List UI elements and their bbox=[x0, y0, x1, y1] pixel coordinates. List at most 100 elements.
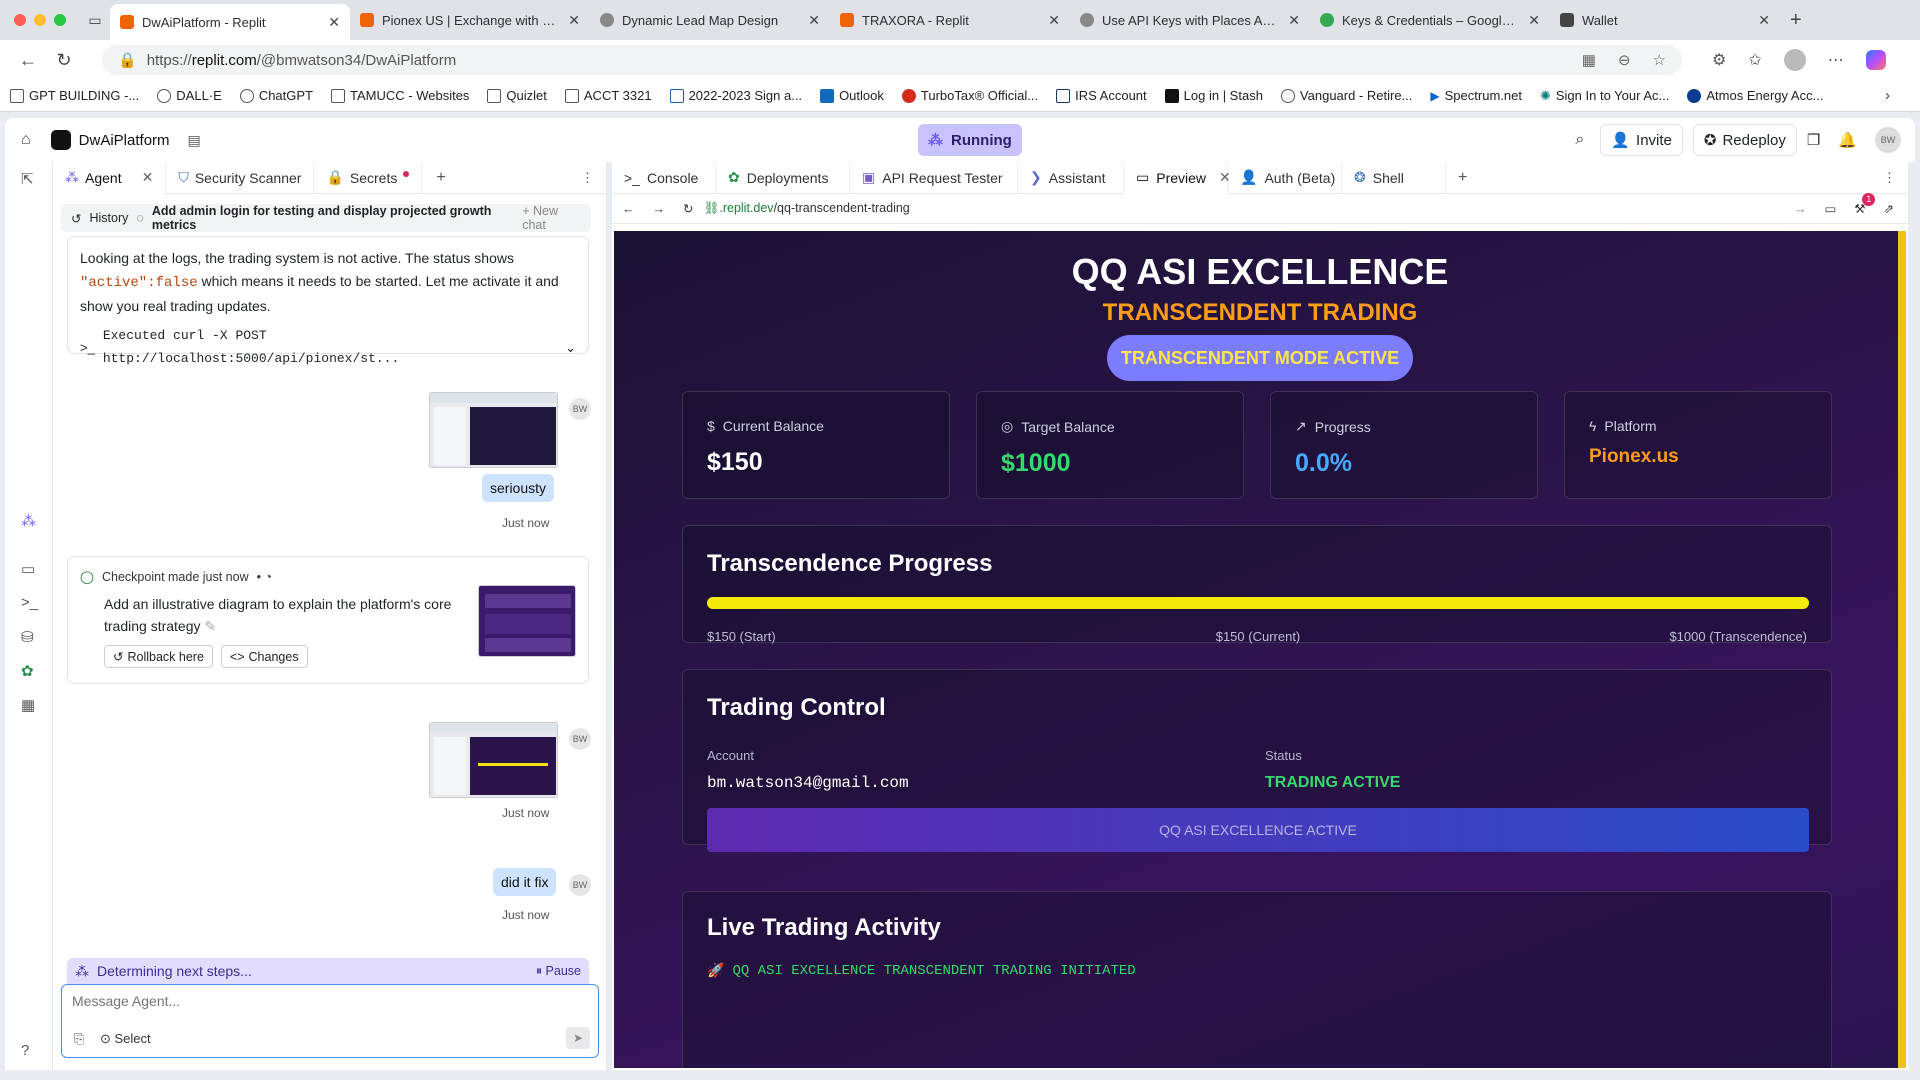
run-status-button[interactable]: ⁂ Running bbox=[918, 124, 1022, 156]
new-tab-icon[interactable]: + bbox=[1790, 9, 1802, 32]
preview-icon[interactable]: ▭ bbox=[21, 560, 35, 578]
project-name[interactable]: DwAiPlatform bbox=[79, 132, 170, 149]
bookmark-item[interactable]: TAMUCC - Websites bbox=[331, 88, 469, 103]
new-window-icon[interactable]: ⇗ bbox=[1884, 201, 1894, 216]
bookmark-item[interactable]: GPT BUILDING -... bbox=[10, 88, 139, 103]
edit-icon[interactable]: ✎ bbox=[204, 618, 216, 634]
attach-icon[interactable]: ⎘ bbox=[74, 1031, 84, 1047]
chat-title[interactable]: Add admin login for testing and display … bbox=[152, 204, 514, 232]
bookmark-item[interactable]: Atmos Energy Acc... bbox=[1687, 88, 1823, 103]
help-icon[interactable]: ? bbox=[21, 1042, 29, 1059]
tab-security-scanner[interactable]: ⛉ Security Scanner bbox=[166, 161, 315, 194]
close-tab-icon[interactable]: ✕ bbox=[1048, 12, 1060, 29]
copilot-icon[interactable] bbox=[1865, 50, 1886, 70]
copy-icon[interactable]: ❐ bbox=[1807, 131, 1820, 149]
collapse-panel-icon[interactable]: ⇱ bbox=[21, 170, 34, 188]
mode-badge[interactable]: TRANSCENDENT MODE ACTIVE bbox=[1107, 335, 1413, 381]
reload-icon[interactable]: ↻ bbox=[46, 50, 82, 71]
all-tools-icon[interactable]: ▦ bbox=[21, 696, 35, 714]
forward-icon[interactable]: → bbox=[653, 202, 666, 216]
scrollbar[interactable] bbox=[1898, 231, 1906, 1068]
close-tab-icon[interactable]: ✕ bbox=[808, 12, 820, 29]
more-options-icon[interactable]: ⋮ bbox=[1883, 170, 1908, 186]
browser-tab[interactable]: Wallet ✕ bbox=[1550, 4, 1780, 36]
tab-console[interactable]: >_ Console bbox=[612, 161, 716, 194]
bookmark-item[interactable]: TurboTax® Official... bbox=[901, 88, 1038, 103]
screenshot-attachment[interactable] bbox=[429, 392, 558, 468]
browser-tab[interactable]: TRAXORA - Replit ✕ bbox=[830, 4, 1070, 36]
invite-button[interactable]: 👤 Invite bbox=[1600, 124, 1683, 156]
rollback-button[interactable]: ↺ Rollback here bbox=[104, 645, 213, 668]
minimize-window-button[interactable] bbox=[34, 14, 46, 26]
new-chat-button[interactable]: + New chat bbox=[522, 204, 581, 232]
bookmark-item[interactable]: IRS Account bbox=[1056, 88, 1147, 103]
url-bar[interactable]: 🔒 https://replit.com/@bmwatson34/DwAiPla… bbox=[102, 45, 1682, 75]
bookmark-item[interactable]: 2022-2023 Sign a... bbox=[669, 88, 802, 103]
tab-api-request-tester[interactable]: ▣ API Request Tester bbox=[850, 161, 1018, 194]
bookmark-item[interactable]: Outlook bbox=[820, 88, 884, 103]
browser-tab[interactable]: DwAiPlatform - Replit ✕ bbox=[110, 4, 350, 40]
bookmark-item[interactable]: ACCT 3321 bbox=[564, 88, 652, 103]
open-external-arrow-icon[interactable]: → bbox=[1794, 202, 1807, 216]
checkpoint-preview-thumbnail[interactable] bbox=[478, 585, 576, 657]
reload-icon[interactable]: ↻ bbox=[683, 201, 693, 216]
back-icon[interactable]: ← bbox=[10, 50, 46, 71]
back-icon[interactable]: ← bbox=[622, 202, 635, 216]
screenshot-attachment[interactable] bbox=[429, 722, 558, 798]
reader-icon[interactable]: ⊖ bbox=[1618, 51, 1631, 69]
avatar[interactable]: BW bbox=[1875, 127, 1901, 153]
maximize-window-button[interactable] bbox=[54, 14, 66, 26]
redeploy-button[interactable]: ✪ Redeploy bbox=[1692, 124, 1797, 156]
bookmark-item[interactable]: ChatGPT bbox=[239, 88, 313, 103]
sidebar-toggle-icon[interactable]: ▭ bbox=[80, 12, 110, 29]
devtools-icon[interactable]: ⚒ 1 bbox=[1854, 193, 1876, 216]
agent-icon[interactable]: ⁂ bbox=[21, 512, 36, 530]
app-available-icon[interactable]: ▦ bbox=[1582, 51, 1596, 69]
close-tab-icon[interactable]: ✕ bbox=[142, 169, 154, 186]
browser-tab[interactable]: Dynamic Lead Map Design ✕ bbox=[590, 4, 830, 36]
close-tab-icon[interactable]: ✕ bbox=[1528, 12, 1540, 29]
activate-trading-button[interactable]: QQ ASI EXCELLENCE ACTIVE bbox=[707, 808, 1809, 852]
browser-tab[interactable]: Use API Keys with Places API | ✕ bbox=[1070, 4, 1310, 36]
chevron-right-icon[interactable]: › bbox=[1885, 87, 1890, 104]
tab-preview[interactable]: ▭ Preview ✕ bbox=[1124, 161, 1231, 194]
add-tab-icon[interactable]: + bbox=[1446, 169, 1479, 187]
extensions-icon[interactable]: ⚙ bbox=[1712, 50, 1726, 70]
select-button[interactable]: ⊙ Select bbox=[100, 1031, 151, 1047]
executed-command-row[interactable]: >_ Executed curl -X POST http://localhos… bbox=[80, 324, 576, 370]
more-options-icon[interactable]: ⋮ bbox=[581, 170, 606, 186]
more-menu-icon[interactable]: ⋯ bbox=[1828, 50, 1844, 70]
tab-secrets[interactable]: 🔒 Secrets bbox=[314, 161, 423, 194]
tab-shell[interactable]: ❂ Shell bbox=[1342, 161, 1446, 194]
history-button[interactable]: History bbox=[89, 211, 128, 225]
search-icon[interactable]: ⌕ bbox=[1575, 131, 1584, 149]
profile-icon[interactable] bbox=[1783, 49, 1806, 71]
close-tab-icon[interactable]: ✕ bbox=[568, 12, 580, 29]
send-button[interactable]: ➤ bbox=[566, 1027, 590, 1049]
bookmark-item[interactable]: Vanguard - Retire... bbox=[1280, 88, 1412, 103]
database-icon[interactable]: ⛁ bbox=[21, 628, 34, 646]
bookmark-item[interactable]: Quizlet bbox=[487, 88, 547, 103]
favorites-icon[interactable]: ✩ bbox=[1748, 50, 1761, 70]
tab-deployments[interactable]: ✿ Deployments bbox=[716, 161, 850, 194]
files-icon[interactable]: ▤ bbox=[188, 132, 201, 149]
close-tab-icon[interactable]: ✕ bbox=[1288, 12, 1300, 29]
changes-button[interactable]: <> Changes bbox=[220, 645, 308, 668]
close-window-button[interactable] bbox=[14, 14, 26, 26]
bookmark-item[interactable]: ✺ Sign In to Your Ac... bbox=[1540, 88, 1669, 104]
tab-auth[interactable]: 👤 Auth (Beta) bbox=[1228, 161, 1342, 194]
close-tab-icon[interactable]: ✕ bbox=[1758, 12, 1770, 29]
deployments-icon[interactable]: ✿ bbox=[21, 662, 34, 680]
browser-tab[interactable]: Pionex US | Exchange with Buil ✕ bbox=[350, 4, 590, 36]
bookmark-item[interactable]: ▶ Spectrum.net bbox=[1430, 88, 1522, 103]
tab-agent[interactable]: ⁂ Agent ✕ bbox=[53, 161, 167, 194]
pause-button[interactable]: ⏸ Pause bbox=[536, 964, 581, 979]
close-tab-icon[interactable]: ✕ bbox=[328, 14, 340, 31]
add-tab-icon[interactable]: + bbox=[422, 169, 459, 187]
bookmark-item[interactable]: Log in | Stash bbox=[1164, 88, 1263, 103]
preview-url[interactable]: ⛓.replit.dev/qq-transcendent-trading bbox=[703, 201, 909, 216]
device-icon[interactable]: ▭ bbox=[1824, 201, 1836, 216]
browser-tab[interactable]: Keys & Credentials – Google M ✕ bbox=[1310, 4, 1550, 36]
home-icon[interactable]: ⌂ bbox=[21, 131, 31, 149]
notifications-icon[interactable]: 🔔 bbox=[1838, 131, 1857, 149]
